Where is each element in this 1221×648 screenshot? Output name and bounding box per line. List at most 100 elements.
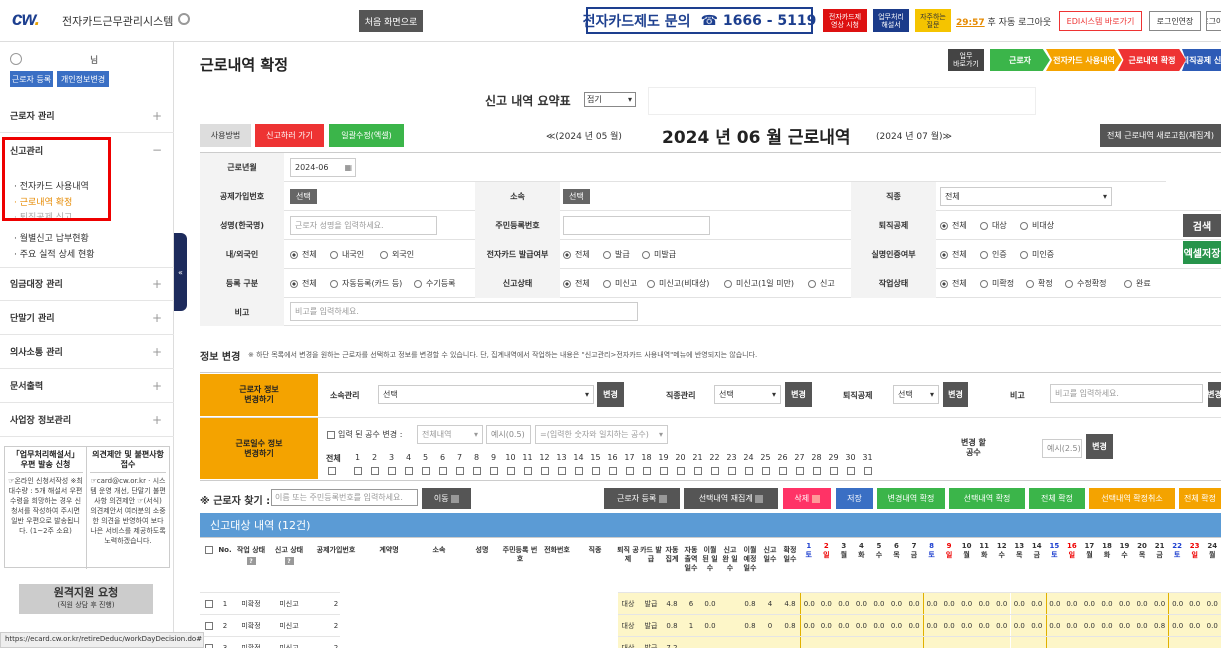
day-cell[interactable] xyxy=(940,637,958,648)
day-checkbox[interactable] xyxy=(757,467,774,477)
day-checkbox[interactable] xyxy=(468,467,485,477)
day-checkbox[interactable] xyxy=(417,467,434,477)
nat-radio-foreign[interactable]: 외국인 xyxy=(380,249,414,260)
worker-search-input[interactable]: 이름 또는 주민등록번호를 입력하세요. xyxy=(271,489,418,506)
worker-move-button[interactable]: 이동 xyxy=(422,488,471,509)
day-cell[interactable]: 0.0 xyxy=(800,593,818,615)
day-cell[interactable]: 0.0 xyxy=(1080,593,1099,615)
day-cell[interactable]: 0.0 xyxy=(1168,615,1186,637)
manual-button[interactable]: 업무처리 해설서 xyxy=(873,9,909,32)
day-cell[interactable] xyxy=(1045,637,1064,648)
day-cell[interactable] xyxy=(1080,637,1099,648)
card-radio-unissued[interactable]: 미발급 xyxy=(642,249,676,260)
day-cell[interactable] xyxy=(1098,637,1116,648)
step-worker[interactable]: 근로자 xyxy=(990,49,1050,71)
day-checkbox[interactable] xyxy=(672,467,689,477)
day-cell[interactable]: 0.0 xyxy=(1185,615,1204,637)
day-cell[interactable]: 0.0 xyxy=(852,593,871,615)
day-cell[interactable]: 0.0 xyxy=(1115,593,1134,615)
menu-worker[interactable]: 근로자 관리 + xyxy=(0,99,174,133)
day-cell[interactable]: 0.0 xyxy=(852,615,871,637)
day-cell[interactable]: 0.0 xyxy=(922,593,941,615)
day-cell[interactable]: 0.0 xyxy=(1098,593,1116,615)
day-cell[interactable]: 0.0 xyxy=(817,593,836,615)
menu-terminal[interactable]: 단말기 관리 + xyxy=(0,301,174,335)
feedback-notice[interactable]: 의견제안 및 불편사항 접수 ☞card@cw.or.kr · 시스템 운영 개선… xyxy=(87,447,169,569)
confirm-all-button-2[interactable]: 전체 확정 xyxy=(1179,488,1221,509)
step-retire[interactable]: 퇴직공제 신 xyxy=(1182,49,1221,71)
day-cell[interactable]: 0.0 xyxy=(870,615,888,637)
menu-comm[interactable]: 의사소통 관리 + xyxy=(0,335,174,369)
day-checkbox[interactable] xyxy=(485,467,502,477)
nat-radio-all[interactable]: 전체 xyxy=(290,249,317,260)
day-cell[interactable]: 0.0 xyxy=(957,593,976,615)
day-cell[interactable]: 0.0 xyxy=(1133,593,1151,615)
go-report-button[interactable]: 신고하러 가기 xyxy=(255,124,324,147)
day-checkbox[interactable] xyxy=(621,467,638,477)
recount-selected-button[interactable]: 선택내역 재집계 xyxy=(684,488,778,509)
day-cell[interactable]: 0.0 xyxy=(992,593,1011,615)
card-radio-all[interactable]: 전체 xyxy=(563,249,590,260)
gear-icon[interactable] xyxy=(178,13,190,25)
day-cell[interactable]: 0.0 xyxy=(992,615,1011,637)
hours-change-check[interactable]: 입력 된 공수 변경 : xyxy=(327,429,402,440)
workstate-radio-done[interactable]: 완료 xyxy=(1124,278,1151,289)
personal-info-button[interactable]: 개인정보변경 xyxy=(57,71,109,87)
auth-radio-all[interactable]: 전체 xyxy=(940,249,967,260)
home-button[interactable]: 처음 화면으로 xyxy=(359,10,423,32)
repstate-radio-lessthan[interactable]: 미신고(1일 미만) xyxy=(724,278,794,289)
all-days-checkbox[interactable] xyxy=(328,467,336,478)
rrn-input[interactable] xyxy=(563,216,710,235)
recalc-button[interactable]: 전체 근로내역 새로고침(재집계) xyxy=(1100,124,1221,147)
day-cell[interactable] xyxy=(887,637,906,648)
day-cell[interactable] xyxy=(975,637,993,648)
quick-nav-button[interactable]: 업무 바로가기 xyxy=(948,49,984,71)
step-card-usage[interactable]: 전자카드 사용내역 xyxy=(1046,49,1122,71)
day-cell[interactable]: 0.8 xyxy=(1150,615,1169,637)
cancel-selected-button[interactable]: 선택내역 확정취소 xyxy=(1089,488,1175,509)
day-cell[interactable]: 0.0 xyxy=(817,615,836,637)
day-checkbox[interactable] xyxy=(383,467,400,477)
day-cell[interactable]: 0.0 xyxy=(1168,593,1186,615)
day-checkbox[interactable] xyxy=(774,467,791,477)
menu-site[interactable]: 사업장 정보관리 + xyxy=(0,403,174,437)
day-cell[interactable]: 0.0 xyxy=(1063,593,1081,615)
day-checkbox[interactable] xyxy=(519,467,536,477)
hours-range-select[interactable]: 전체내역 ▾ xyxy=(417,425,483,444)
prev-month-link[interactable]: ≪(2024 년 05 월) xyxy=(546,129,622,142)
menu-print[interactable]: 문서출력 + xyxy=(0,369,174,403)
day-cell[interactable]: 0.0 xyxy=(1185,593,1204,615)
retire-radio-target[interactable]: 대상 xyxy=(980,220,1007,231)
day-cell[interactable]: 0.0 xyxy=(1010,593,1029,615)
day-cell[interactable] xyxy=(1150,637,1169,648)
hours-match-select[interactable]: =(입력한 숫자와 일치하는 공수) ▾ xyxy=(535,425,668,444)
excel-save-button[interactable]: 엑셀저장 xyxy=(1183,241,1221,264)
day-checkbox[interactable] xyxy=(400,467,417,477)
day-checkbox[interactable] xyxy=(740,467,757,477)
sub-performance[interactable]: · 주요 실적 상세 현황 xyxy=(14,247,95,260)
day-cell[interactable]: 0.0 xyxy=(887,593,906,615)
day-cell[interactable]: 0.0 xyxy=(957,615,976,637)
remote-support-button[interactable]: 원격지원 요청 (직원 상담 후 진행) xyxy=(19,584,153,614)
bulk-edit-button[interactable]: 일괄수정(엑셀) xyxy=(329,124,404,147)
nat-radio-domestic[interactable]: 내국인 xyxy=(330,249,364,260)
day-cell[interactable]: 0.0 xyxy=(1010,615,1029,637)
day-cell[interactable] xyxy=(817,637,836,648)
org-change-button[interactable]: 변경 xyxy=(597,382,624,407)
edi-button[interactable]: EDI시스템 바로가기 xyxy=(1059,11,1142,31)
work-month-input[interactable]: 2024-06 ▦ xyxy=(290,158,356,177)
day-cell[interactable]: 0.0 xyxy=(800,615,818,637)
day-cell[interactable]: 0.0 xyxy=(1203,615,1221,637)
day-cell[interactable] xyxy=(835,637,853,648)
jobmgr-select[interactable]: 선택 ▾ xyxy=(714,385,781,404)
repstate-radio-unreported[interactable]: 미신고 xyxy=(603,278,637,289)
day-cell[interactable]: 0.0 xyxy=(940,593,958,615)
day-checkbox[interactable] xyxy=(502,467,519,477)
info-memo-input[interactable]: 비고를 입력하세요. xyxy=(1050,384,1203,403)
day-checkbox[interactable] xyxy=(587,467,604,477)
manual-request-notice[interactable]: 「업무처리해설서」 우편 발송 신청 ☞온라인 신청서작성 ※최대수량 : 5개 … xyxy=(5,447,87,569)
day-cell[interactable] xyxy=(992,637,1011,648)
day-checkbox[interactable] xyxy=(706,467,723,477)
day-cell[interactable]: 0.0 xyxy=(887,615,906,637)
job-select[interactable]: 전체 ▾ xyxy=(940,187,1112,206)
